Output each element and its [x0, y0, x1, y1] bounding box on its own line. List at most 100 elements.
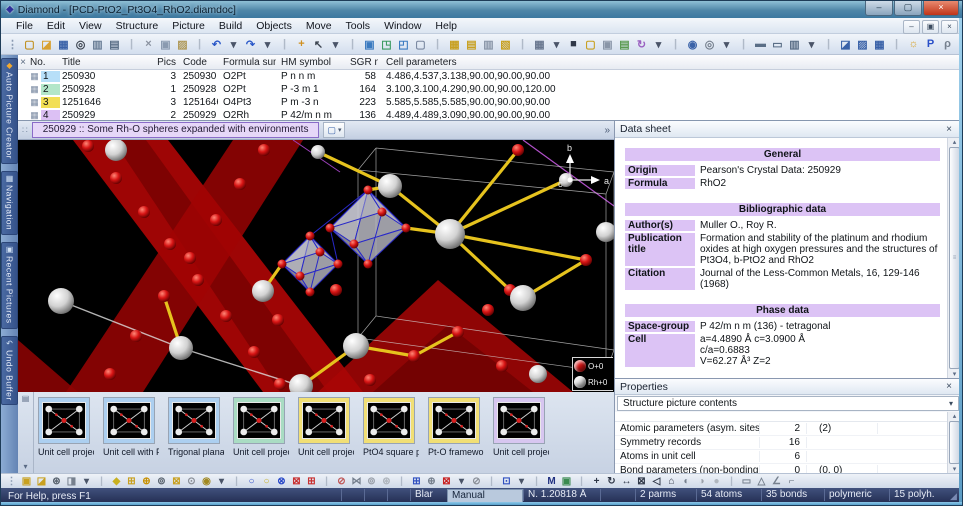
origin-icon[interactable]: ⊕ — [424, 475, 439, 488]
mdi-close-button[interactable]: × — [941, 20, 958, 34]
thumbnail-scrollbar[interactable]: ▤ ▾ — [18, 392, 34, 473]
picture-view-icon[interactable]: ▣ — [361, 36, 378, 53]
powder-pattern-icon[interactable]: ▨ — [854, 36, 871, 53]
thumbnail-frame[interactable] — [298, 397, 350, 444]
property-row[interactable]: Symmetry records 16 — [615, 436, 948, 450]
menu-item[interactable]: Tools — [339, 20, 378, 32]
layout-caret-icon[interactable]: ▾ — [803, 36, 820, 53]
thumbnail[interactable]: Pt-O framewor... — [428, 397, 484, 473]
thumbnail-frame[interactable] — [428, 397, 480, 444]
lattice-cut-icon[interactable]: ⊠ — [289, 475, 304, 488]
thumbnail-frame[interactable] — [103, 397, 155, 444]
column-no[interactable]: No. — [28, 57, 60, 68]
close-button[interactable]: × — [923, 1, 959, 16]
diagram-icon[interactable]: ◪ — [837, 36, 854, 53]
angles-table-icon[interactable]: ▧ — [497, 36, 514, 53]
thumbnail[interactable]: Unit cell projec... — [38, 397, 94, 473]
structure-row[interactable]: ▦ 4 250929 2 250929 O2Rh P 42/m n m 136 … — [18, 109, 959, 121]
copy-icon[interactable]: ▣ — [157, 36, 174, 53]
thumbnail[interactable]: Unit cell projec... — [233, 397, 289, 473]
atom-group-icon[interactable]: ⊞ — [124, 475, 139, 488]
translate-icon[interactable]: ↔ — [619, 475, 634, 488]
data-she­et-header[interactable]: Data sheet × — [615, 121, 961, 138]
web-icon[interactable]: ◉ — [684, 36, 701, 53]
destroy-caret-icon[interactable]: ▾ — [454, 475, 469, 488]
close-panel-icon[interactable]: × — [942, 381, 956, 392]
properties-header[interactable]: Properties × — [615, 379, 961, 395]
sidebar-tab[interactable]: ▣ Recent Pictures — [1, 242, 18, 329]
molecule-m-icon[interactable]: M — [544, 475, 559, 488]
scroll-down-icon[interactable]: ▾ — [953, 465, 957, 473]
triangle-icon[interactable]: △ — [754, 475, 769, 488]
structure-row[interactable]: ▦ 2 250928 1 250928 O2Pt P -3 m 1 164 3.… — [18, 83, 959, 96]
menu-item[interactable]: View — [72, 20, 109, 32]
ring-blue-icon[interactable]: ○ — [244, 475, 259, 488]
undo-icon[interactable]: ↶ — [208, 36, 225, 53]
thumbnail-frame[interactable] — [38, 397, 90, 444]
layout-frame-icon[interactable]: ▭ — [769, 36, 786, 53]
picture-copy-icon[interactable]: ◪ — [34, 475, 49, 488]
coordination-icon[interactable]: ⊙ — [184, 475, 199, 488]
pointer-caret-icon[interactable]: ▾ — [327, 36, 344, 53]
sidebar-tab[interactable]: ▦ Navigation — [1, 171, 18, 235]
animate2-icon[interactable]: ● — [709, 475, 724, 488]
lattice-expand-icon[interactable]: ⊞ — [304, 475, 319, 488]
redo-caret-icon[interactable]: ▾ — [259, 36, 276, 53]
rho-icon[interactable]: ρ — [939, 36, 956, 53]
maximize-button[interactable]: ▢ — [894, 1, 922, 16]
new-picture-icon[interactable]: ▢ — [582, 36, 599, 53]
bond-sphere-icon[interactable]: ⊚ — [364, 475, 379, 488]
menu-item[interactable]: Window — [377, 20, 428, 32]
ring-yellow-icon[interactable]: ○ — [259, 475, 274, 488]
ruler-icon[interactable]: ▭ — [739, 475, 754, 488]
thumb-scroll-down-icon[interactable]: ▾ — [23, 462, 27, 471]
add-atoms-icon[interactable]: ⊕ — [139, 475, 154, 488]
print-icon[interactable]: ▤ — [106, 36, 123, 53]
column-hm[interactable]: HM symbol — [276, 57, 348, 68]
title-bar[interactable]: ◆ Diamond - [PCD-PtO2_Pt3O4_RhO2.diamdoc… — [1, 1, 962, 18]
picture-tools-icon[interactable]: ⊛ — [49, 475, 64, 488]
picture-history-icon[interactable]: ↻ — [633, 36, 650, 53]
property-row[interactable]: Bond parameters (non-bonding contacts, …… — [615, 464, 948, 473]
fill-caret-icon[interactable]: ▾ — [214, 475, 229, 488]
print-preview-icon[interactable]: ▥ — [89, 36, 106, 53]
minimize-button[interactable]: – — [865, 1, 893, 16]
thumbnail-frame[interactable] — [233, 397, 285, 444]
redo-icon[interactable]: ↷ — [242, 36, 259, 53]
zoom-view-icon[interactable]: ⊠ — [634, 475, 649, 488]
view-back-icon[interactable]: ◁ — [649, 475, 664, 488]
menu-item[interactable]: Build — [212, 20, 249, 32]
mdi-restore-button[interactable]: ▣ — [922, 20, 939, 34]
cluster-icon[interactable]: ⊠ — [169, 475, 184, 488]
picture-contents-icon[interactable]: ▣ — [19, 475, 34, 488]
grid-view-icon[interactable]: ▦ — [531, 36, 548, 53]
thumbnail[interactable]: Unit cell projec... — [493, 397, 549, 473]
bond-create-icon[interactable]: ⊘ — [334, 475, 349, 488]
column-formula[interactable]: Formula sum — [218, 57, 276, 68]
rotate-icon[interactable]: ↻ — [604, 475, 619, 488]
packing-caret-icon[interactable]: ▾ — [514, 475, 529, 488]
paste-icon[interactable]: ▨ — [174, 36, 191, 53]
column-code[interactable]: Code — [178, 57, 218, 68]
property-row[interactable]: Atomic parameters (asym. sites) 2 (2) — [615, 422, 948, 436]
thumbnail[interactable]: Trigonal planar... — [168, 397, 224, 473]
zoom-caret-icon[interactable]: ▾ — [718, 36, 735, 53]
tab-overflow-icon[interactable]: » — [604, 125, 610, 136]
bond-sphere2-icon[interactable]: ⊛ — [379, 475, 394, 488]
bond-connect-icon[interactable]: ⋈ — [349, 475, 364, 488]
view-filter-icon[interactable]: ◨ — [64, 475, 79, 488]
copy-picture-icon[interactable]: ▣ — [599, 36, 616, 53]
sidebar-tab[interactable]: ↶ Undo Buffer — [1, 336, 18, 406]
thumbnail-frame[interactable] — [363, 397, 415, 444]
column-pics[interactable]: Pics — [152, 57, 178, 68]
column-title[interactable]: Title — [60, 57, 152, 68]
picture-blank-icon[interactable]: ▢ — [412, 36, 429, 53]
grid-caret-icon[interactable]: ▾ — [548, 36, 565, 53]
fe-bond-icon[interactable]: ⊘ — [469, 475, 484, 488]
zoom-tool-icon[interactable]: ◎ — [701, 36, 718, 53]
properties-icon[interactable]: P — [922, 36, 939, 53]
thumbnail[interactable]: Unit cell projec... — [298, 397, 354, 473]
properties-selector[interactable]: Structure picture contents ▾ — [617, 396, 959, 411]
history-caret-icon[interactable]: ▾ — [650, 36, 667, 53]
scroll-down-icon[interactable]: ▾ — [953, 370, 957, 378]
